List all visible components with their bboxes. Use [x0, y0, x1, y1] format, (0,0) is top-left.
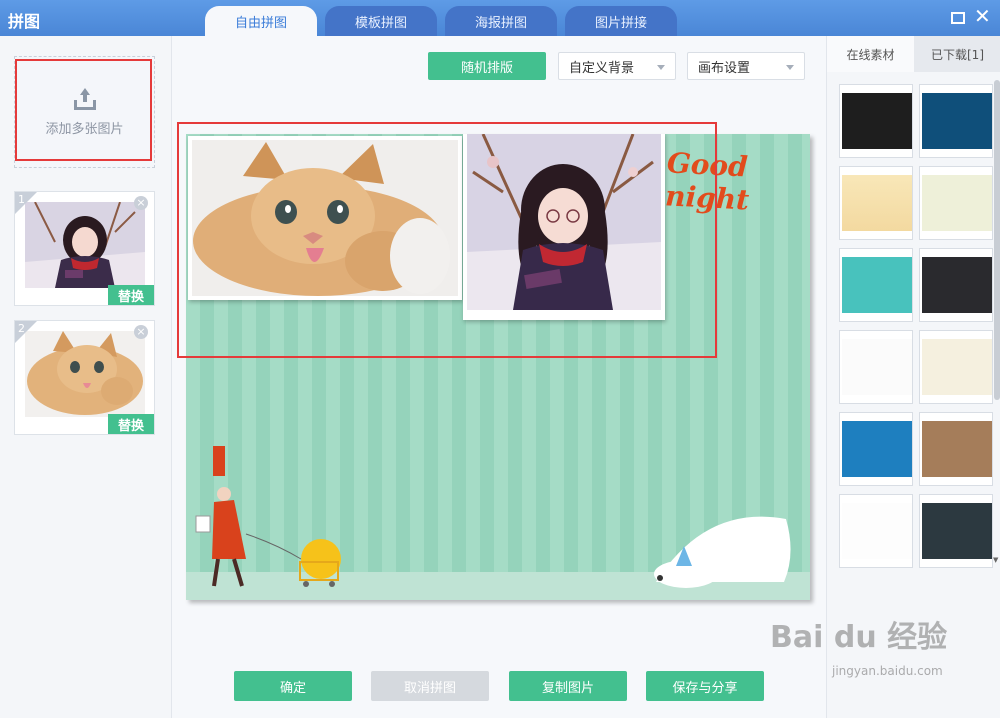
tab-online-material[interactable]: 在线素材	[827, 36, 914, 72]
tab-bar: 自由拼图 模板拼图 海报拼图 图片拼接	[205, 6, 685, 36]
canvas-photo-kitten[interactable]	[188, 136, 462, 300]
thumb-index: 1	[18, 193, 25, 206]
template-thumb[interactable]	[839, 248, 913, 322]
chevron-down-icon	[657, 65, 665, 70]
template-thumb[interactable]	[919, 330, 993, 404]
canvas-floor	[186, 572, 810, 600]
replace-button[interactable]: 替换	[108, 414, 154, 434]
material-panel: 在线素材 已下载[1] ▼	[826, 36, 1000, 718]
canvas-settings-dropdown[interactable]: 画布设置	[687, 52, 805, 80]
template-thumb[interactable]	[919, 412, 993, 486]
random-layout-button[interactable]: 随机排版	[428, 52, 546, 80]
replace-button[interactable]: 替换	[108, 285, 154, 305]
custom-background-label: 自定义背景	[569, 60, 635, 76]
chevron-down-icon	[786, 65, 794, 70]
close-icon[interactable]: ✕	[974, 6, 991, 26]
delete-icon[interactable]: ×	[134, 325, 148, 339]
good-night-text: Good night	[664, 146, 750, 217]
save-share-button[interactable]: 保存与分享	[646, 671, 764, 701]
title-bar: 拼图 自由拼图 模板拼图 海报拼图 图片拼接 ✕	[0, 0, 1000, 36]
template-thumb[interactable]	[839, 330, 913, 404]
add-images-button[interactable]: 添加多张图片	[14, 56, 155, 168]
image-thumb-2[interactable]: 2 × 替换	[14, 320, 155, 435]
tab-free-collage[interactable]: 自由拼图	[205, 6, 317, 36]
delete-icon[interactable]: ×	[134, 196, 148, 210]
template-scrollbar[interactable]	[994, 80, 1000, 400]
canvas-photo-anime-girl[interactable]	[463, 134, 665, 320]
cancel-collage-button[interactable]: 取消拼图	[371, 671, 489, 701]
app-title: 拼图	[8, 12, 41, 31]
maximize-icon[interactable]	[951, 12, 965, 24]
template-thumb[interactable]	[919, 248, 993, 322]
confirm-button[interactable]: 确定	[234, 671, 352, 701]
template-thumb[interactable]	[919, 166, 993, 240]
custom-background-dropdown[interactable]: 自定义背景	[558, 52, 676, 80]
template-thumb[interactable]	[839, 84, 913, 158]
copy-image-button[interactable]: 复制图片	[509, 671, 627, 701]
kitten-image	[25, 331, 145, 417]
template-thumb[interactable]	[919, 494, 993, 568]
image-thumb-1[interactable]: 1 × 替换	[14, 191, 155, 306]
template-thumb[interactable]	[839, 166, 913, 240]
template-thumb[interactable]	[839, 412, 913, 486]
tab-poster-collage[interactable]: 海报拼图	[445, 6, 557, 36]
tab-image-stitch[interactable]: 图片拼接	[565, 6, 677, 36]
canvas-settings-label: 画布设置	[698, 60, 751, 76]
anime-girl-image	[25, 201, 145, 288]
material-tabs: 在线素材 已下载[1]	[827, 36, 1000, 72]
tab-template-collage[interactable]: 模板拼图	[325, 6, 437, 36]
image-list-panel: 添加多张图片 1 × 替换 2 × 替换	[0, 36, 172, 718]
tab-downloaded[interactable]: 已下载[1]	[914, 36, 1000, 72]
highlight-box	[15, 59, 152, 161]
upload-icon	[72, 87, 98, 110]
template-thumb[interactable]	[919, 84, 993, 158]
template-thumb[interactable]	[839, 494, 913, 568]
add-images-label: 添加多张图片	[45, 121, 124, 137]
collage-canvas[interactable]: Good night	[186, 134, 810, 600]
scroll-down-icon[interactable]: ▼	[993, 556, 998, 564]
thumb-index: 2	[18, 322, 25, 335]
